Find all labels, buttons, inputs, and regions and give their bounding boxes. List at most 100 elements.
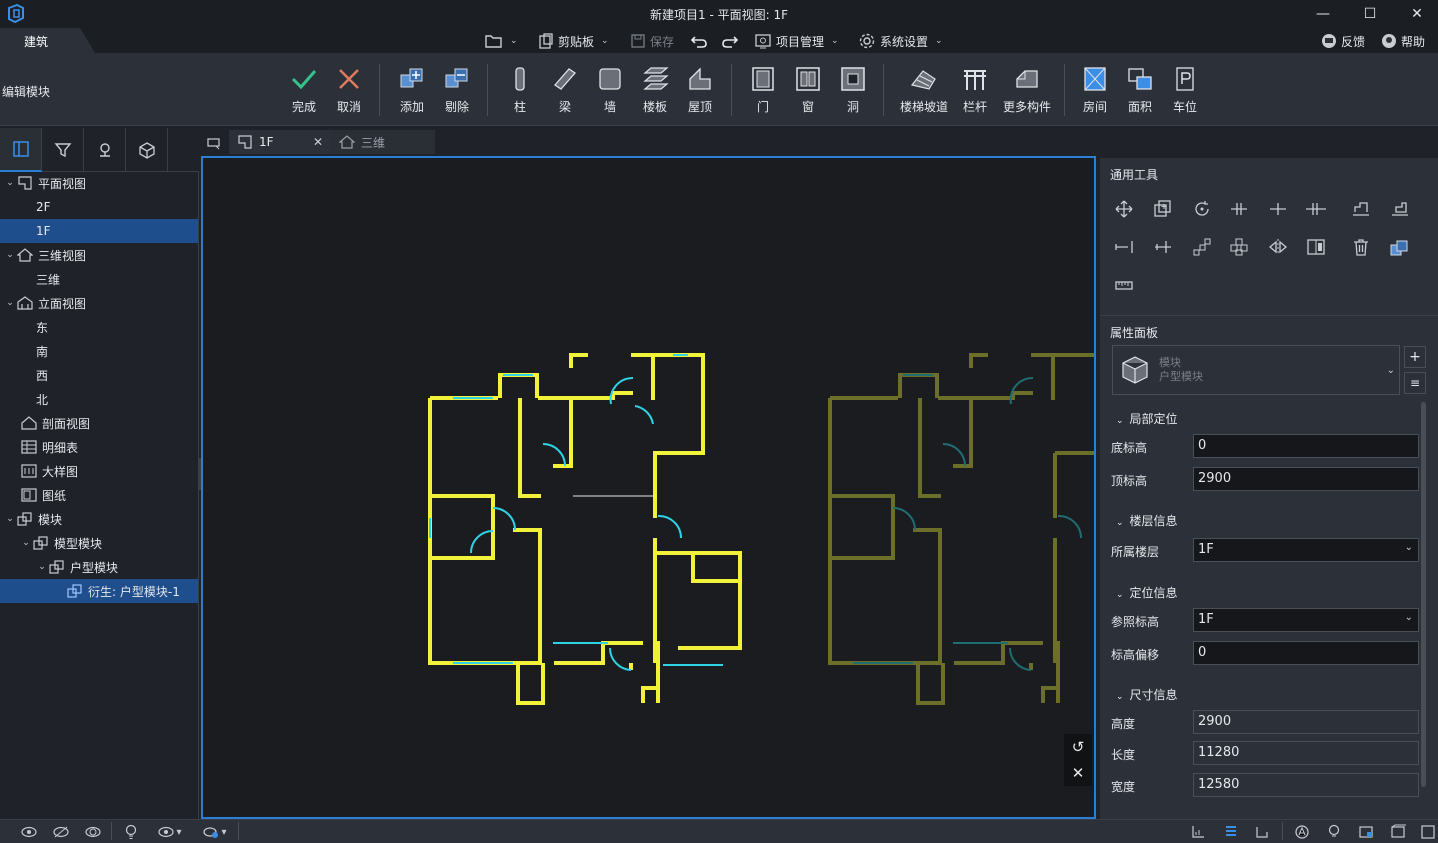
remove-button[interactable]: 剔除 [434, 64, 480, 120]
delete-icon[interactable] [1349, 235, 1373, 259]
open-file-button[interactable]: ⌄ [485, 31, 518, 51]
group-tool-icon[interactable] [1227, 235, 1251, 259]
tree-item-plan-view[interactable]: ⌄ 平面视图 [0, 171, 198, 195]
slab-button[interactable]: 楼板 [632, 64, 678, 120]
split-tool-icon[interactable] [1227, 197, 1251, 221]
maximize-button[interactable]: ☐ [1347, 3, 1393, 25]
help-button[interactable]: 帮助 [1381, 31, 1425, 51]
tab-project-browser[interactable] [0, 128, 42, 172]
tree-item-module[interactable]: ⌄ 模块 [0, 507, 198, 531]
close-edit-icon[interactable]: ✕ [1072, 764, 1085, 782]
tree-item-north[interactable]: 北 [0, 387, 198, 411]
room-button[interactable]: 房间 [1072, 64, 1118, 120]
cancel-button[interactable]: 取消 [326, 64, 372, 120]
axis-icon[interactable] [1189, 823, 1207, 841]
ref-elevation-select[interactable]: 1F ⌄ [1193, 608, 1419, 632]
extend-tool-icon[interactable] [1112, 235, 1136, 259]
offset-tool-icon[interactable] [1349, 197, 1373, 221]
beam-button[interactable]: 梁 [542, 64, 588, 120]
split-gap-tool-icon[interactable] [1304, 197, 1328, 221]
array-tool-icon[interactable] [1190, 235, 1214, 259]
parking-button[interactable]: 车位 [1162, 64, 1208, 120]
fullscreen-icon[interactable] [1419, 823, 1437, 841]
project-manage-menu[interactable]: 项目管理 ⌄ [754, 31, 839, 51]
redo-button[interactable] [721, 31, 739, 51]
save-button[interactable]: 保存 [630, 31, 674, 51]
add-type-button[interactable]: + [1404, 346, 1426, 368]
clipboard-menu[interactable]: 剪贴板 ⌄ [538, 31, 609, 51]
level-icon[interactable] [1253, 823, 1271, 841]
mirror-copy-tool-icon[interactable] [1304, 235, 1328, 259]
tab-filter[interactable] [42, 128, 84, 172]
tree-item-section-view[interactable]: 剖面视图 [0, 411, 198, 435]
split-line-tool-icon[interactable] [1266, 197, 1290, 221]
railing-button[interactable]: 栏杆 [952, 64, 998, 120]
wall-button[interactable]: 墙 [587, 64, 633, 120]
tree-item-2f[interactable]: 2F [0, 195, 198, 219]
tab-location[interactable] [84, 128, 126, 172]
tree-item-south[interactable]: 南 [0, 339, 198, 363]
more-components-button[interactable]: 更多构件 [1000, 64, 1054, 120]
move-tool-icon[interactable] [1112, 197, 1136, 221]
doc-tab-1f[interactable]: 1F ✕ [229, 130, 331, 154]
list-icon[interactable] [1222, 823, 1240, 841]
tree-item-unit-module[interactable]: ⌄ 户型模块 [0, 555, 198, 579]
undo-button[interactable] [690, 31, 708, 51]
tree-item-1f[interactable]: 1F [0, 219, 198, 243]
group-local-position[interactable]: ⌄ 局部定位 [1116, 410, 1178, 427]
align-tool-icon[interactable] [1388, 197, 1412, 221]
tab-list-icon[interactable] [206, 135, 224, 151]
system-settings-menu[interactable]: 系统设置 ⌄ [858, 31, 943, 51]
tree-item-3d[interactable]: 三维 [0, 267, 198, 291]
display-mode-icon[interactable]: ▾ [155, 823, 185, 841]
group-floor-info[interactable]: ⌄ 楼层信息 [1116, 512, 1178, 529]
type-selector[interactable]: 模块 户型模块 ⌄ [1112, 345, 1400, 395]
rotate-tool-icon[interactable] [1190, 197, 1214, 221]
autosave-icon[interactable] [1293, 823, 1311, 841]
opening-button[interactable]: 洞 [830, 64, 876, 120]
properties-3d-icon[interactable] [1388, 235, 1412, 259]
close-window-button[interactable]: ✕ [1394, 3, 1438, 25]
mirror-tool-icon[interactable] [1266, 235, 1290, 259]
tree-item-sheet[interactable]: 图纸 [0, 483, 198, 507]
close-icon[interactable]: ✕ [313, 135, 323, 149]
area-button[interactable]: 面积 [1117, 64, 1163, 120]
roof-button[interactable]: 屋顶 [677, 64, 723, 120]
minimize-button[interactable]: — [1300, 3, 1346, 25]
tab-model[interactable] [126, 128, 168, 172]
door-button[interactable]: 门 [740, 64, 786, 120]
hint-icon[interactable] [1325, 823, 1343, 841]
tree-item-schedule[interactable]: 明细表 [0, 435, 198, 459]
copy-tool-icon[interactable] [1151, 197, 1175, 221]
tree-item-east[interactable]: 东 [0, 315, 198, 339]
window-layout-icon[interactable] [1389, 823, 1407, 841]
snapshot-icon[interactable] [1357, 823, 1375, 841]
lightbulb-icon[interactable] [122, 823, 140, 841]
done-button[interactable]: 完成 [281, 64, 327, 120]
feedback-button[interactable]: 反馈 [1321, 31, 1365, 51]
add-button[interactable]: 添加 [389, 64, 435, 120]
column-button[interactable]: 柱 [497, 64, 543, 120]
trim-tool-icon[interactable] [1151, 235, 1175, 259]
isolate-element-icon[interactable] [84, 823, 102, 841]
tree-item-detail[interactable]: 大样图 [0, 459, 198, 483]
drawing-canvas[interactable]: ↺ ✕ [201, 156, 1096, 819]
reset-view-icon[interactable]: ↺ [1072, 738, 1085, 756]
top-elevation-input[interactable]: 2900 [1193, 467, 1419, 491]
render-mode-icon[interactable]: ▾ [200, 823, 230, 841]
tree-item-3d-view[interactable]: ⌄ 三维视图 [0, 243, 198, 267]
bottom-elevation-input[interactable]: 0 [1193, 434, 1419, 458]
tree-item-model-module[interactable]: ⌄ 模型模块 [0, 531, 198, 555]
type-menu-button[interactable]: ≡ [1404, 372, 1426, 394]
tree-item-derived-module[interactable]: 衍生: 户型模块-1 [0, 579, 198, 603]
tab-build[interactable]: 建筑 [0, 28, 95, 53]
doc-tab-3d[interactable]: 三维 [331, 130, 435, 154]
group-size-info[interactable]: ⌄ 尺寸信息 [1116, 686, 1178, 703]
elevation-offset-input[interactable]: 0 [1193, 641, 1419, 665]
tree-item-elevation-view[interactable]: ⌄ 立面视图 [0, 291, 198, 315]
visibility-icon[interactable] [20, 823, 38, 841]
tree-item-west[interactable]: 西 [0, 363, 198, 387]
properties-scrollbar[interactable] [1421, 402, 1426, 787]
measure-tool-icon[interactable] [1112, 273, 1136, 297]
window-button[interactable]: 窗 [785, 64, 831, 120]
